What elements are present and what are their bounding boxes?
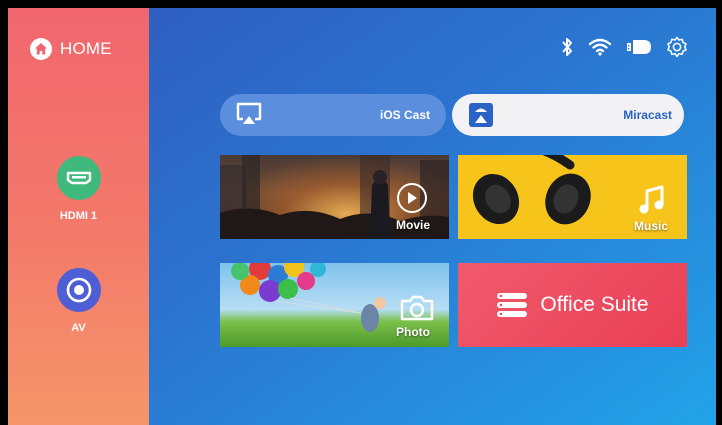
- photo-label: Photo: [396, 325, 430, 339]
- main-panel: iOS Cast Miracast Movie Music Photo Offi…: [149, 8, 716, 425]
- office-suite-tile[interactable]: Office Suite: [458, 263, 687, 347]
- av-icon: [56, 268, 101, 312]
- ios-cast-label: iOS Cast: [379, 108, 430, 122]
- music-tile[interactable]: Music: [458, 155, 687, 239]
- cast-bar: iOS Cast Miracast: [220, 94, 684, 136]
- sidebar-item-label: HDMI 1: [59, 210, 98, 222]
- miracast-icon: [466, 100, 496, 130]
- sidebar-item-label: AV: [71, 322, 86, 334]
- play-icon: [397, 183, 427, 213]
- camera-icon: [400, 295, 434, 326]
- home-button[interactable]: HOME: [30, 38, 112, 60]
- office-suite-label: Office Suite: [540, 293, 649, 316]
- music-note-icon: [638, 185, 666, 220]
- movie-tile[interactable]: Movie: [220, 155, 449, 239]
- movie-label: Movie: [396, 218, 431, 232]
- hdmi-icon: [56, 156, 101, 200]
- airplay-icon: [234, 100, 264, 130]
- office-suite-icon: [496, 292, 528, 318]
- music-label: Music: [634, 219, 669, 233]
- bluetooth-icon: [560, 37, 574, 57]
- sidebar-item-hdmi1[interactable]: HDMI 1: [8, 156, 149, 222]
- miracast-button[interactable]: Miracast: [452, 94, 684, 136]
- frame-left: [0, 0, 8, 425]
- home-label: HOME: [60, 39, 112, 58]
- frame-top: [0, 0, 722, 8]
- screen: HOME HDMI 1 AV iOS Cast Miracast Movie M…: [0, 0, 722, 425]
- miracast-label: Miracast: [623, 108, 672, 122]
- home-icon: [30, 38, 52, 60]
- frame-right: [716, 0, 722, 425]
- gear-icon[interactable]: [666, 36, 688, 58]
- photo-tile[interactable]: Photo: [220, 263, 449, 347]
- sidebar: HOME HDMI 1 AV: [8, 8, 149, 425]
- usb-drive-icon: [626, 39, 652, 55]
- sidebar-item-av[interactable]: AV: [8, 268, 149, 334]
- ios-cast-button[interactable]: iOS Cast: [220, 94, 446, 136]
- status-bar: [560, 36, 688, 58]
- wifi-icon: [588, 38, 612, 56]
